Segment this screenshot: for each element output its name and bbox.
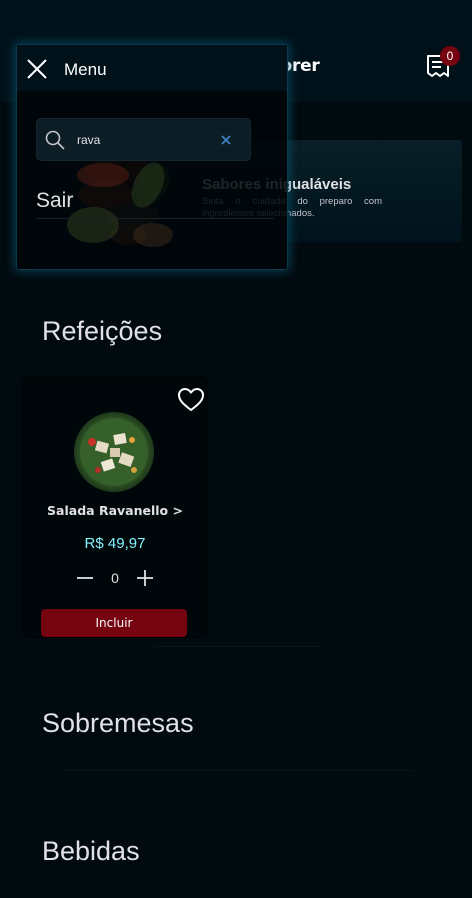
dish-card[interactable]: Salada Ravanello > R$ 49,97 0 Incluir <box>22 376 208 638</box>
divider <box>154 646 324 647</box>
side-menu: Menu Sair <box>16 44 288 270</box>
cart-count-badge: 0 <box>440 46 460 66</box>
menu-divider <box>36 218 274 219</box>
section-title-meals: Refeições <box>42 316 163 346</box>
menu-header: Menu <box>17 45 287 91</box>
clear-search-icon[interactable] <box>220 134 232 146</box>
dish-image[interactable] <box>74 412 154 492</box>
include-button[interactable]: Incluir <box>41 609 187 637</box>
salad-image <box>80 418 148 486</box>
menu-title: Menu <box>64 60 107 79</box>
increase-button[interactable] <box>134 567 156 589</box>
section-title-desserts: Sobremesas <box>42 708 194 738</box>
divider <box>64 770 414 771</box>
dish-price: R$ 49,97 <box>84 535 146 552</box>
close-icon[interactable] <box>25 57 49 81</box>
search-input[interactable] <box>77 129 217 151</box>
minus-icon <box>77 577 93 579</box>
section-title-drinks: Bebidas <box>42 836 140 866</box>
decrease-button[interactable] <box>74 567 96 589</box>
plus-icon <box>137 570 153 586</box>
logout-menu-item[interactable]: Sair <box>36 189 73 213</box>
heart-icon[interactable] <box>178 388 204 412</box>
search-bar[interactable] <box>36 118 251 161</box>
dish-name[interactable]: Salada Ravanello > <box>23 503 207 518</box>
quantity-value: 0 <box>111 570 119 586</box>
quantity-stepper: 0 <box>23 567 207 589</box>
search-icon <box>45 130 65 150</box>
